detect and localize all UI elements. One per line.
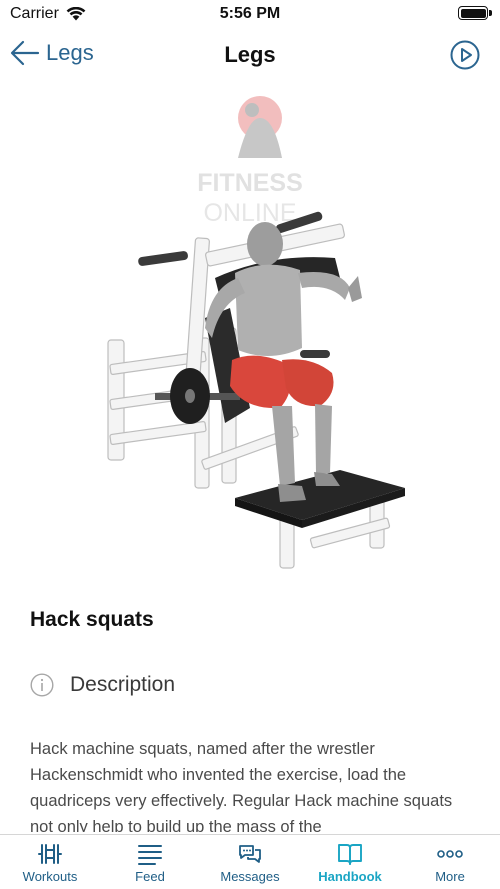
tab-bar: Workouts Feed Messages Handbook More — [0, 834, 500, 889]
tab-workouts[interactable]: Workouts — [0, 835, 100, 889]
tab-handbook[interactable]: Handbook — [300, 835, 400, 889]
tab-label: Handbook — [318, 869, 382, 884]
book-icon — [338, 844, 362, 865]
tab-messages[interactable]: Messages — [200, 835, 300, 889]
tab-more[interactable]: More — [400, 835, 500, 889]
exercise-title: Hack squats — [30, 608, 154, 631]
info-icon — [30, 673, 54, 697]
play-button[interactable] — [450, 40, 480, 75]
exercise-illustration: FITNESS ONLINE — [107, 96, 405, 569]
tab-label: Messages — [220, 869, 280, 884]
watermark-line2: ONLINE — [203, 199, 296, 227]
more-dots-icon — [437, 850, 463, 858]
page-title: Legs — [224, 42, 276, 67]
fitness-online-logo: FITNESS ONLINE — [197, 96, 303, 227]
description-header: Description — [30, 673, 175, 697]
battery-tip — [489, 10, 492, 16]
tab-label: Feed — [135, 869, 165, 884]
play-icon — [450, 40, 480, 70]
battery-icon — [458, 6, 488, 20]
status-time: 5:56 PM — [219, 5, 281, 22]
dumbbell-icon — [38, 844, 62, 864]
description-text: Hack machine squats, named after the wre… — [30, 740, 453, 832]
chat-bubbles-icon — [239, 845, 261, 863]
description-heading: Description — [70, 673, 176, 696]
tab-feed[interactable]: Feed — [100, 835, 200, 889]
feed-lines-icon — [138, 845, 162, 865]
tab-label: More — [435, 869, 465, 884]
navigation-bar: Legs Legs — [0, 30, 500, 82]
tab-label: Workouts — [22, 869, 78, 884]
status-bar: Carrier 5:56 PM — [0, 0, 500, 30]
watermark-line1: FITNESS — [197, 169, 303, 197]
